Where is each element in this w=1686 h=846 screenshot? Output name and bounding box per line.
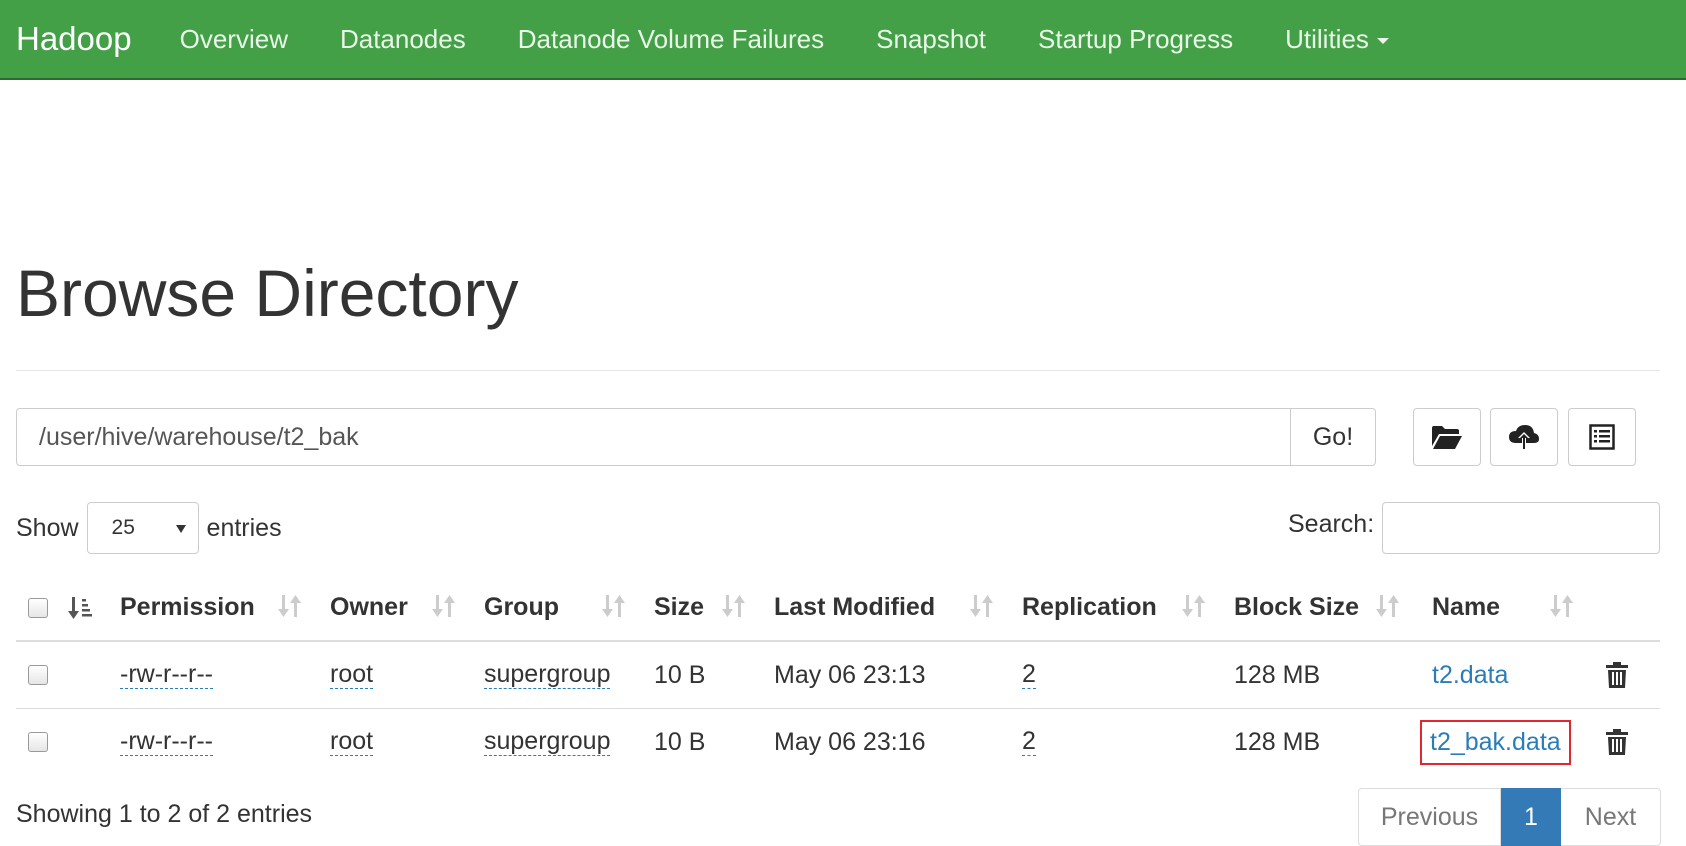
upload-button[interactable]	[1490, 408, 1558, 466]
folder-open-icon	[1432, 426, 1462, 449]
pagination: Previous 1 Next	[1358, 788, 1661, 846]
create-directory-button[interactable]	[1413, 408, 1481, 466]
show-entries: Show 25 entries	[16, 502, 282, 554]
size-value: 10 B	[654, 727, 706, 756]
row-checkbox[interactable]	[28, 732, 48, 752]
replication-value[interactable]: 2	[1022, 660, 1036, 690]
nav-utilities-label: Utilities	[1285, 23, 1369, 54]
col-group[interactable]: Group	[484, 575, 559, 640]
col-replication[interactable]: Replication	[1022, 575, 1157, 640]
col-block-size[interactable]: Block Size	[1234, 575, 1359, 640]
nav-overview[interactable]: Overview	[154, 24, 314, 55]
modified-value: May 06 23:13	[774, 660, 926, 689]
nav-datanode-volume-failures[interactable]: Datanode Volume Failures	[492, 24, 850, 55]
select-all-checkbox[interactable]	[28, 597, 48, 618]
sort-icon	[1550, 593, 1574, 624]
size-value: 10 B	[654, 660, 706, 689]
permission-value[interactable]: -rw-r--r--	[120, 727, 213, 757]
sort-icon	[1376, 593, 1400, 624]
owner-value[interactable]: root	[330, 660, 374, 690]
table-row: -rw-r--r-- root supergroup 10 B May 06 2…	[16, 709, 1660, 775]
sort-icon	[602, 593, 626, 624]
list-icon	[1589, 424, 1615, 450]
sort-icon	[432, 593, 456, 624]
search-label: Search:	[1288, 510, 1375, 538]
col-owner[interactable]: Owner	[330, 575, 408, 640]
file-name-link[interactable]: t2.data	[1432, 661, 1508, 690]
sort-default-column[interactable]	[68, 575, 92, 640]
trash-icon	[1606, 662, 1628, 688]
col-last-modified[interactable]: Last Modified	[774, 575, 935, 640]
file-name-link-highlighted[interactable]: t2_bak.data	[1420, 719, 1571, 765]
sort-asc-icon	[68, 596, 92, 619]
group-value[interactable]: supergroup	[484, 727, 611, 757]
sort-icon	[722, 593, 746, 624]
table-row: -rw-r--r-- root supergroup 10 B May 06 2…	[16, 642, 1660, 709]
page-title: Browse Directory	[16, 256, 519, 330]
sort-icon	[278, 593, 302, 624]
row-checkbox[interactable]	[28, 665, 48, 685]
col-size[interactable]: Size	[654, 575, 704, 640]
nav-startup-progress[interactable]: Startup Progress	[1012, 24, 1259, 55]
sort-icon	[1182, 593, 1206, 624]
cut-paste-button[interactable]	[1568, 408, 1636, 466]
replication-value[interactable]: 2	[1022, 727, 1036, 757]
col-permission[interactable]: Permission	[120, 575, 255, 640]
showing-info: Showing 1 to 2 of 2 entries	[16, 800, 313, 828]
title-divider	[16, 370, 1660, 371]
table-header: Permission Owner Group Size Last Modifie…	[16, 575, 1660, 642]
entries-label: entries	[206, 513, 282, 542]
path-bar: Go!	[16, 408, 1376, 466]
entries-select[interactable]: 25	[86, 502, 199, 554]
owner-value[interactable]: root	[330, 727, 374, 757]
chevron-down-icon	[175, 525, 186, 533]
group-value[interactable]: supergroup	[484, 660, 611, 690]
block-size-value: 128 MB	[1234, 660, 1321, 689]
file-table: Permission Owner Group Size Last Modifie…	[16, 575, 1660, 775]
block-size-value: 128 MB	[1234, 727, 1321, 756]
nav-utilities-dropdown[interactable]: Utilities	[1259, 24, 1415, 55]
page-1-button[interactable]: 1	[1501, 788, 1561, 846]
navbar: Hadoop Overview Datanodes Datanode Volum…	[0, 0, 1686, 80]
go-button[interactable]: Go!	[1291, 408, 1376, 466]
col-name[interactable]: Name	[1432, 575, 1500, 640]
delete-button[interactable]	[1606, 709, 1628, 775]
delete-button[interactable]	[1606, 642, 1628, 708]
path-input[interactable]	[16, 408, 1291, 466]
entries-select-value: 25	[111, 516, 135, 539]
brand-link[interactable]: Hadoop	[16, 20, 132, 58]
search-input[interactable]	[1382, 502, 1660, 554]
caret-down-icon	[1376, 37, 1389, 44]
nav-datanodes[interactable]: Datanodes	[314, 24, 492, 55]
sort-icon	[970, 593, 994, 624]
trash-icon	[1606, 729, 1628, 755]
permission-value[interactable]: -rw-r--r--	[120, 660, 213, 690]
next-page-button[interactable]: Next	[1561, 788, 1661, 846]
cloud-upload-icon	[1509, 425, 1539, 449]
previous-page-button[interactable]: Previous	[1358, 788, 1501, 846]
modified-value: May 06 23:16	[774, 727, 926, 756]
show-label: Show	[16, 513, 79, 542]
nav-snapshot[interactable]: Snapshot	[850, 24, 1012, 55]
